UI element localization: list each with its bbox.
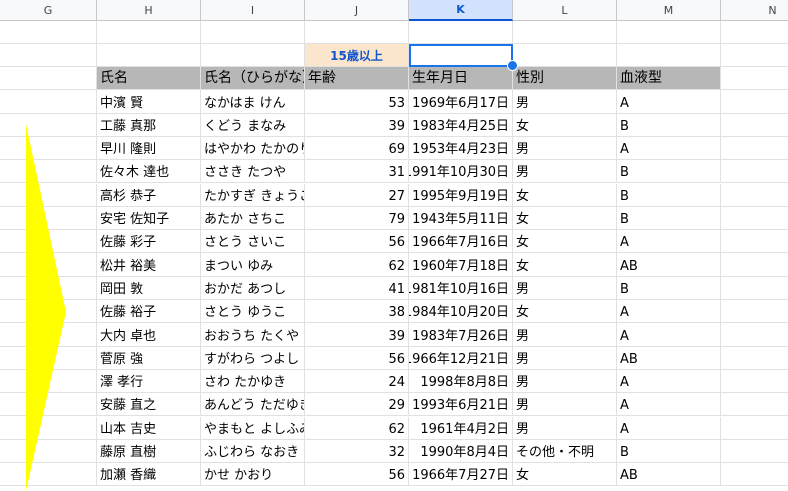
spreadsheet-grid[interactable]: G H I J K L M N 15歳以上 氏名 氏名（ひらがな） 年齢 生年月日 性別 血液型 中濱 賢なか…: [0, 0, 788, 491]
fill-handle[interactable]: [507, 60, 518, 71]
yellow-arrow-shape[interactable]: [0, 0, 788, 491]
arrow-polygon[interactable]: [26, 124, 66, 491]
